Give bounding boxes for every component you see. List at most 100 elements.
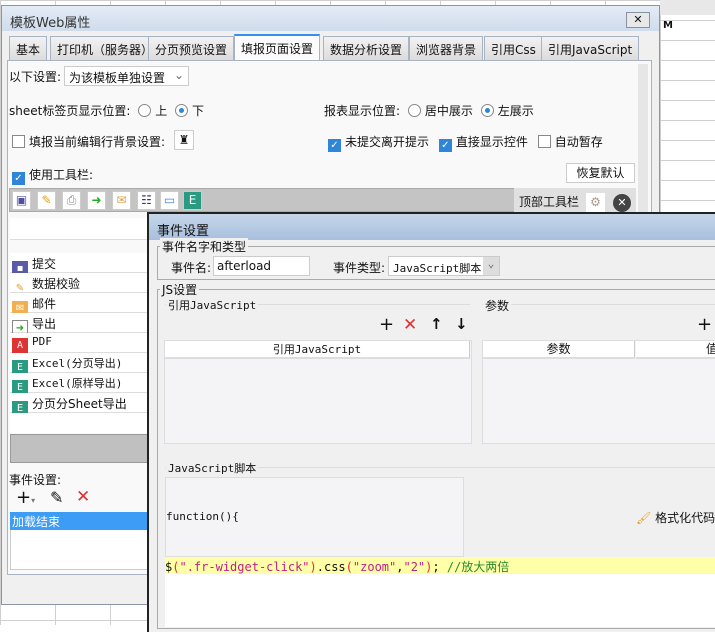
report-position-label: 报表显示位置:	[324, 104, 401, 118]
radio-top-label: 上	[155, 104, 168, 118]
code-token: .css	[316, 560, 346, 574]
list-blank	[10, 413, 148, 433]
save-icon[interactable]: ▣	[12, 191, 31, 210]
show-widget-label: 直接显示控件	[455, 135, 528, 149]
event-item[interactable]: 加载结束	[10, 512, 148, 530]
function-header: function(){	[165, 477, 464, 557]
list-item-excel-original[interactable]: E Excel(原样导出)	[10, 373, 148, 396]
tab-printer[interactable]: 打印机（服务器）	[50, 36, 161, 60]
code-token: "zoom"	[352, 560, 397, 574]
dialog-title: 事件设置	[157, 224, 210, 239]
code-token: )	[309, 560, 317, 574]
delete-icon[interactable]: ✕	[76, 487, 90, 507]
add-icon[interactable]: +	[379, 314, 394, 335]
list-item-label: 邮件	[32, 297, 57, 311]
params-label: 参数	[483, 297, 512, 314]
delete-icon[interactable]: ✕	[403, 315, 417, 335]
event-type-label: 事件类型:	[333, 261, 386, 275]
excel-icon[interactable]: E	[183, 191, 202, 210]
radio-bottom-label: 下	[192, 104, 205, 118]
radio-top[interactable]	[138, 104, 152, 117]
settings-label: 以下设置:	[9, 70, 62, 84]
event-type-select[interactable]: JavaScript脚本 ⌄	[388, 256, 500, 276]
dialog-title: 模板Web属性	[10, 16, 91, 31]
list-item-mail[interactable]: ✉ 邮件	[10, 293, 148, 317]
add-param-icon[interactable]: +	[697, 314, 712, 335]
tab-browser-bg[interactable]: 浏览器背景	[409, 36, 484, 60]
settings-select[interactable]: 为该模板单独设置 ⌄	[64, 66, 189, 86]
list-item-sheet-export[interactable]: E 分页分Sheet导出	[10, 393, 148, 417]
radio-bottom[interactable]	[175, 104, 189, 117]
tab-data-analysis[interactable]: 数据分析设置	[323, 36, 410, 60]
list-item-submit[interactable]: ▪ 提交	[10, 253, 148, 277]
dialog-title-bar: 模板Web属性	[2, 6, 659, 31]
event-name-input[interactable]: afterload	[213, 256, 310, 276]
sheet-position-label: sheet标签页显示位置:	[9, 104, 131, 118]
ref-js-table: 引用JavaScript	[164, 340, 472, 444]
remove-icon[interactable]: ✕	[613, 194, 631, 212]
settings-value: 为该模板单独设置	[69, 71, 166, 85]
list-item-export[interactable]: ➜ 导出	[10, 313, 148, 336]
format-code-button[interactable]: 🖌 格式化代码	[636, 509, 715, 526]
code-token: ;	[432, 560, 447, 574]
show-widget-checkbox[interactable]: ✓	[438, 139, 452, 152]
list-item-excel-page[interactable]: E Excel(分页导出)	[10, 353, 148, 376]
tab-javascript[interactable]: 引用JavaScript	[541, 36, 640, 60]
chevron-down-icon: ⌄	[173, 68, 184, 82]
list-item-label: 分页分Sheet导出	[32, 397, 127, 411]
print-icon[interactable]: ⎙	[62, 191, 81, 210]
list-item-verify[interactable]: ✎ 数据校验	[10, 273, 148, 294]
top-toolbar-label: 顶部工具栏	[519, 195, 580, 209]
export-icon[interactable]: ➜	[87, 191, 106, 210]
group-label: JS设置	[160, 281, 200, 298]
radio-center-label: 居中展示	[424, 104, 473, 118]
arrow-up-icon[interactable]: ↑	[430, 315, 443, 333]
column-header: 引用JavaScript	[165, 341, 470, 359]
list-item-pdf[interactable]: A PDF	[10, 333, 148, 354]
radio-center[interactable]	[407, 104, 421, 117]
report-position-row: 报表显示位置: 居中展示 左展示	[324, 102, 534, 119]
column-header: 参数	[483, 341, 635, 359]
radio-left[interactable]	[480, 104, 494, 117]
event-settings-label: 事件设置:	[9, 473, 62, 487]
tab-fill-page[interactable]: 填报页面设置	[234, 34, 321, 61]
code-token: (	[345, 560, 353, 574]
code-token: "2"	[403, 560, 426, 574]
edit-row-bg-row: 填报当前编辑行背景设置:	[12, 133, 165, 150]
gear-icon[interactable]: ⚙	[586, 193, 605, 212]
radio-left-label: 左展示	[497, 104, 534, 118]
unsubmitted-prompt-checkbox[interactable]: ✓	[328, 139, 341, 152]
layout-icon[interactable]: ☷	[137, 191, 156, 210]
edit-row-bg-label: 填报当前编辑行背景设置:	[29, 135, 166, 149]
close-button[interactable]: ✕	[626, 12, 650, 28]
group-label: 事件名字和类型	[160, 238, 249, 255]
pencil-icon[interactable]: ✎	[37, 191, 56, 210]
chevron-down-icon: ⌄	[483, 257, 499, 275]
list-item-label: Excel(分页导出)	[32, 357, 123, 370]
use-toolbar-checkbox[interactable]: ✓	[12, 172, 25, 185]
restore-default-button[interactable]: 恢复默认	[566, 163, 635, 183]
list-item-label: 导出	[32, 317, 57, 331]
arrow-down-icon[interactable]: ↓	[455, 315, 468, 333]
edit-icon[interactable]: ✎	[50, 488, 63, 507]
list-blank	[10, 218, 148, 240]
pdf-icon: A	[12, 338, 28, 354]
params-table: 参数 值	[482, 340, 715, 444]
window-icon[interactable]: ▭	[160, 191, 179, 210]
auto-save-label: 自动暂存	[554, 135, 603, 149]
mail-icon[interactable]: ✉	[112, 191, 131, 210]
edit-row-bg-checkbox[interactable]	[12, 135, 25, 148]
use-toolbar-label: 使用工具栏:	[29, 168, 94, 182]
list-item-label: 提交	[32, 257, 57, 271]
tab-basic[interactable]: 基本	[9, 36, 48, 60]
paint-bucket-icon[interactable]: ♜	[174, 130, 194, 150]
column-header: M	[663, 20, 673, 31]
spreadsheet-header	[660, 0, 715, 15]
add-event-icon[interactable]: +▾	[16, 487, 35, 508]
tab-page-preview[interactable]: 分页预览设置	[148, 36, 235, 60]
event-name-label: 事件名:	[171, 261, 212, 275]
options-row: ✓ 未提交离开提示 ✓ 直接显示控件 自动暂存	[328, 133, 603, 152]
auto-save-checkbox[interactable]	[537, 135, 551, 148]
code-line[interactable]: $(".fr-widget-click").css("zoom","2"); /…	[165, 557, 715, 574]
tab-css[interactable]: 引用Css	[484, 36, 543, 60]
